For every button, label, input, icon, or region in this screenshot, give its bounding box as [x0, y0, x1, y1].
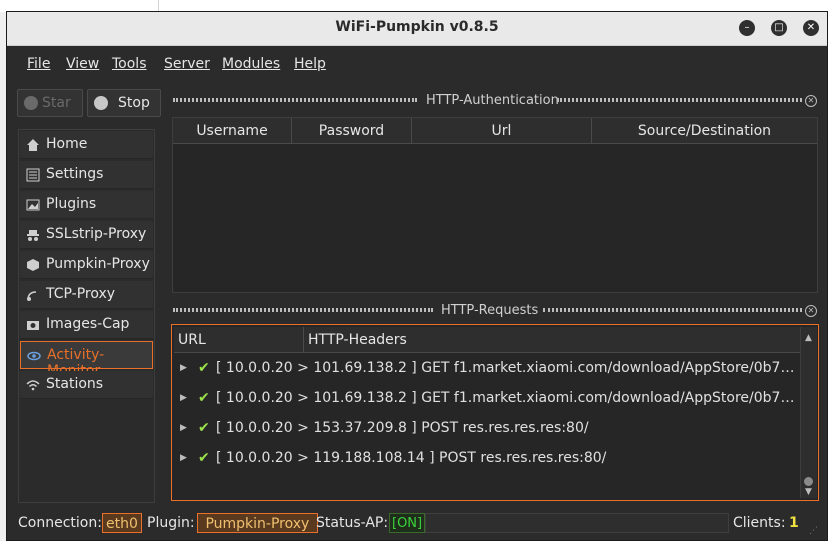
check-icon: ✔: [198, 420, 210, 436]
window-title: WiFi-Pumpkin v0.8.5: [335, 19, 499, 35]
sidebar-item-activity-monitor[interactable]: Activity-Monitor: [20, 341, 153, 379]
requests-section-close-icon[interactable]: ✕: [805, 305, 817, 317]
column-header-username[interactable]: Username: [173, 118, 292, 144]
menu-file[interactable]: File: [27, 56, 50, 72]
menu-help[interactable]: Help: [294, 56, 326, 72]
plugins-icon: [26, 199, 40, 211]
column-header-http-headers[interactable]: HTTP-Headers: [304, 327, 800, 353]
scroll-up-icon[interactable]: ▲: [805, 333, 812, 343]
sidebar-item-plugins[interactable]: Plugins: [20, 191, 153, 219]
check-icon: ✔: [198, 450, 210, 466]
column-header-url[interactable]: Url: [412, 118, 592, 144]
stop-icon: [94, 96, 108, 110]
requests-section-divider: [543, 308, 802, 312]
play-icon: [24, 96, 38, 110]
sidebar-item-tcp-proxy[interactable]: TCP-Proxy: [20, 281, 153, 309]
auth-section-divider: [557, 98, 802, 102]
auth-section-close-icon[interactable]: ✕: [805, 95, 817, 107]
clients-count: 1: [789, 515, 799, 531]
close-button[interactable]: ✕: [803, 20, 819, 36]
request-row[interactable]: ▶ ✔ [ 10.0.0.20 > 119.188.108.14 ] POST …: [174, 445, 798, 471]
minimize-button[interactable]: –: [739, 20, 755, 36]
requests-section-title: HTTP-Requests: [441, 303, 539, 318]
plugin-value-badge: Pumpkin-Proxy: [197, 513, 318, 533]
sidebar: Home Settings Plugins SSLstrip-Proxy Pum…: [18, 129, 155, 503]
expand-arrow-icon[interactable]: ▶: [180, 445, 187, 471]
expand-arrow-icon[interactable]: ▶: [180, 415, 187, 441]
request-row[interactable]: ▶ ✔ [ 10.0.0.20 > 101.69.138.2 ] GET f1.…: [174, 355, 798, 381]
connection-label: Connection:: [18, 515, 102, 531]
check-icon: ✔: [198, 360, 210, 376]
scroll-down-icon[interactable]: ▼: [805, 487, 812, 497]
sidebar-item-sslstrip-proxy[interactable]: SSLstrip-Proxy: [20, 221, 153, 249]
sidebar-item-images-cap[interactable]: Images-Cap: [20, 311, 153, 339]
plugin-label: Plugin:: [147, 515, 195, 531]
menu-view[interactable]: View: [66, 56, 99, 72]
status-bar: Connection: eth0 Plugin: Pumpkin-Proxy S…: [7, 510, 827, 540]
sidebar-item-settings[interactable]: Settings: [20, 161, 153, 189]
sidebar-item-stations[interactable]: Stations: [20, 371, 153, 399]
auth-section-title: HTTP-Authentication: [426, 93, 559, 108]
vertical-scrollbar[interactable]: ▲ ▼: [800, 327, 817, 498]
request-row[interactable]: ▶ ✔ [ 10.0.0.20 > 101.69.138.2 ] GET f1.…: [174, 385, 798, 411]
status-progress-bar: [425, 513, 729, 533]
settings-icon: [26, 168, 40, 182]
start-button[interactable]: Star: [17, 89, 83, 117]
expand-arrow-icon[interactable]: ▶: [180, 355, 187, 381]
expand-arrow-icon[interactable]: ▶: [180, 385, 187, 411]
check-icon: ✔: [198, 390, 210, 406]
home-icon: [27, 139, 39, 151]
sidebar-item-home[interactable]: Home: [20, 131, 153, 159]
requests-tree: URL HTTP-Headers ▶ ✔ [ 10.0.0.20 > 101.6…: [171, 324, 819, 501]
eye-icon: [27, 351, 41, 361]
resize-grip-icon[interactable]: ⋰: [809, 526, 821, 538]
title-bar: WiFi-Pumpkin v0.8.5 – □ ✕: [7, 12, 827, 46]
satellite-icon: [27, 291, 37, 301]
sidebar-item-pumpkin-proxy[interactable]: Pumpkin-Proxy: [20, 251, 153, 279]
app-window: WiFi-Pumpkin v0.8.5 – □ ✕ File View Tool…: [6, 11, 828, 541]
status-ap-label: Status-AP:: [316, 515, 389, 531]
spy-icon: [27, 230, 39, 241]
wifi-icon: [26, 380, 40, 391]
package-icon: [27, 259, 39, 271]
status-ap-badge: [ON]: [389, 513, 426, 533]
scroll-handle-icon[interactable]: [804, 477, 813, 486]
column-header-source-destination[interactable]: Source/Destination: [592, 118, 817, 144]
menu-bar: File View Tools Server Modules Help: [7, 52, 827, 78]
request-row[interactable]: ▶ ✔ [ 10.0.0.20 > 153.37.209.8 ] POST re…: [174, 415, 798, 441]
auth-table: Username Password Url Source/Destination: [172, 117, 818, 293]
column-header-password[interactable]: Password: [292, 118, 412, 144]
stop-button[interactable]: Stop: [87, 89, 161, 117]
maximize-button[interactable]: □: [771, 20, 787, 36]
clients-label: Clients:: [733, 515, 786, 531]
menu-modules[interactable]: Modules: [222, 56, 280, 72]
menu-tools[interactable]: Tools: [112, 56, 147, 72]
menu-server[interactable]: Server: [164, 56, 210, 72]
connection-value-badge: eth0: [102, 513, 142, 533]
requests-section-divider: [173, 308, 433, 312]
camera-icon: [27, 321, 39, 330]
auth-section-divider: [173, 98, 417, 102]
column-header-url[interactable]: URL: [174, 327, 304, 353]
